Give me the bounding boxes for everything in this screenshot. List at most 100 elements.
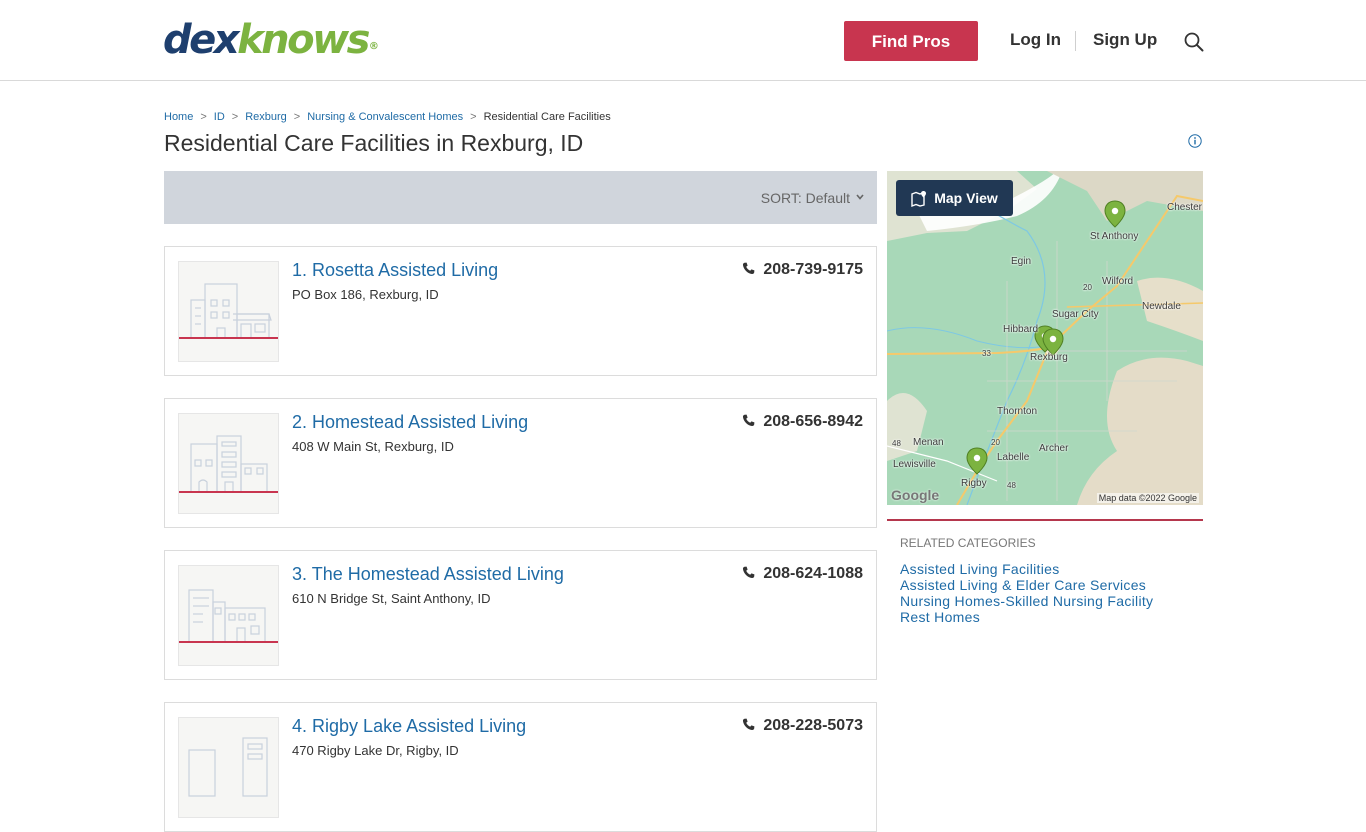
map-label: Labelle	[997, 452, 1030, 463]
logo-dex-text: dex	[163, 17, 240, 63]
map-label: Rigby	[961, 478, 987, 489]
breadcrumb: Home > ID > Rexburg > Nursing & Convalescent H…	[164, 111, 611, 123]
map-attribution[interactable]: Map data ©2022 Google	[1096, 493, 1199, 503]
map-highway-label: 48	[892, 439, 901, 448]
related-category-link[interactable]: Assisted Living & Elder Care Services	[900, 577, 1146, 593]
related-category-link[interactable]: Assisted Living Facilities	[900, 561, 1060, 577]
sort-dropdown[interactable]: SORT: Default	[761, 190, 864, 206]
listing-card-2: 2. Homestead Assisted Living 408 W Main …	[164, 398, 877, 528]
info-icon[interactable]	[1188, 134, 1202, 148]
map-terrain	[887, 171, 1203, 505]
building-placeholder-icon	[179, 435, 278, 493]
listing-thumbnail[interactable]	[178, 413, 279, 514]
related-categories-list: Assisted Living Facilities Assisted Livi…	[900, 561, 1153, 625]
listing-phone-number: 208-739-9175	[763, 261, 863, 278]
find-pros-button[interactable]: Find Pros	[844, 21, 978, 61]
related-category-link[interactable]: Nursing Homes-Skilled Nursing Facility	[900, 593, 1153, 609]
map-label: St Anthony	[1090, 231, 1139, 242]
chevron-down-icon	[856, 194, 864, 200]
listing-phone[interactable]: 208-739-9175	[742, 261, 863, 279]
map-label: Sugar City	[1052, 309, 1099, 320]
map-label: Hibbard	[1003, 324, 1039, 335]
phone-icon	[743, 414, 755, 427]
breadcrumb-city[interactable]: Rexburg	[245, 111, 287, 123]
map-highway-label: 48	[1007, 481, 1016, 490]
map-pin-outline-icon	[911, 190, 927, 207]
listing-name: Rosetta Assisted Living	[312, 260, 499, 280]
listing-number: 2.	[292, 412, 308, 432]
breadcrumb-separator: >	[470, 111, 477, 123]
listing-number: 4.	[292, 716, 308, 736]
related-categories: RELATED CATEGORIES Assisted Living Facil…	[887, 519, 1203, 625]
map-view-button[interactable]: Map View	[896, 180, 1013, 216]
breadcrumb-separator: >	[231, 111, 239, 123]
login-link[interactable]: Log In	[1010, 30, 1061, 50]
google-logo: Google	[891, 487, 940, 503]
sort-label: SORT: Default	[760, 190, 850, 206]
map-highway-label: 20	[991, 438, 1000, 447]
page-title: Residential Care Facilities in Rexburg, …	[164, 130, 584, 156]
breadcrumb-category[interactable]: Nursing & Convalescent Homes	[307, 111, 463, 123]
listing-phone-number: 208-228-5073	[763, 717, 863, 734]
listing-card-3: 3. The Homestead Assisted Living 610 N B…	[164, 550, 877, 680]
phone-icon	[743, 262, 755, 275]
map-label: Archer	[1039, 443, 1069, 454]
list-item: Assisted Living & Elder Care Services	[900, 577, 1153, 593]
map-label: Thornton	[997, 406, 1038, 417]
breadcrumb-home[interactable]: Home	[164, 111, 193, 123]
logo-knows-text: knows	[237, 17, 370, 63]
logo-registered-mark: ®	[368, 41, 379, 52]
site-header: dexknows® Find Pros Log In Sign Up	[0, 0, 1366, 81]
listing-number: 3.	[292, 564, 308, 584]
breadcrumb-current: Residential Care Facilities	[483, 111, 611, 123]
search-icon[interactable]	[1183, 31, 1205, 53]
breadcrumb-separator: >	[200, 111, 207, 123]
map-label: Wilford	[1102, 276, 1134, 287]
listing-phone[interactable]: 208-624-1088	[742, 565, 863, 583]
listing-address: PO Box 186, Rexburg, ID	[292, 287, 439, 302]
listing-name-link[interactable]: 3. The Homestead Assisted Living	[292, 564, 564, 585]
listing-phone[interactable]: 208-656-8942	[742, 413, 863, 431]
related-category-link[interactable]: Rest Homes	[900, 609, 980, 625]
phone-icon	[743, 718, 755, 731]
breadcrumb-separator: >	[293, 111, 301, 123]
listing-address: 470 Rigby Lake Dr, Rigby, ID	[292, 743, 459, 758]
map-view-label: Map View	[934, 189, 998, 206]
list-item: Assisted Living Facilities	[900, 561, 1153, 577]
dexknows-logo[interactable]: dexknows®	[163, 16, 379, 71]
sort-bar: SORT: Default	[164, 171, 877, 224]
phone-icon	[743, 566, 755, 579]
listing-name-link[interactable]: 4. Rigby Lake Assisted Living	[292, 716, 526, 737]
listing-number: 1.	[292, 260, 308, 280]
listing-name-link[interactable]: 1. Rosetta Assisted Living	[292, 260, 498, 281]
breadcrumb-state[interactable]: ID	[214, 111, 225, 123]
listing-thumbnail[interactable]	[178, 565, 279, 666]
listing-name-link[interactable]: 2. Homestead Assisted Living	[292, 412, 528, 433]
map-label: Lewisville	[893, 459, 936, 470]
building-placeholder-icon	[179, 589, 278, 643]
listing-card-1: 1. Rosetta Assisted Living PO Box 186, R…	[164, 246, 877, 376]
header-divider	[1075, 31, 1076, 51]
list-item: Rest Homes	[900, 609, 1153, 625]
map-highway-label: 20	[1083, 283, 1092, 292]
map-label: Egin	[1011, 256, 1032, 267]
map-label: Menan	[913, 437, 944, 448]
results-map[interactable]: Chester St Anthony Egin Wilford Newdale …	[887, 171, 1203, 505]
listing-phone[interactable]: 208-228-5073	[742, 717, 863, 735]
listing-name: Rigby Lake Assisted Living	[312, 716, 527, 736]
signup-link[interactable]: Sign Up	[1093, 30, 1157, 50]
list-item: Nursing Homes-Skilled Nursing Facility	[900, 593, 1153, 609]
related-categories-heading: RELATED CATEGORIES	[900, 536, 1036, 550]
listing-address: 610 N Bridge St, Saint Anthony, ID	[292, 591, 491, 606]
listing-phone-number: 208-624-1088	[763, 565, 863, 582]
map-label: Newdale	[1142, 301, 1181, 312]
listing-name: The Homestead Assisted Living	[311, 564, 564, 584]
map-label: Rexburg	[1030, 352, 1068, 363]
map-label: Chester	[1167, 202, 1203, 213]
map-highway-label: 33	[982, 349, 991, 358]
listing-address: 408 W Main St, Rexburg, ID	[292, 439, 454, 454]
listing-phone-number: 208-656-8942	[763, 413, 863, 430]
listing-card-4: 4. Rigby Lake Assisted Living 470 Rigby …	[164, 702, 877, 832]
building-placeholder-icon	[179, 283, 278, 339]
listing-thumbnail[interactable]	[178, 261, 279, 362]
